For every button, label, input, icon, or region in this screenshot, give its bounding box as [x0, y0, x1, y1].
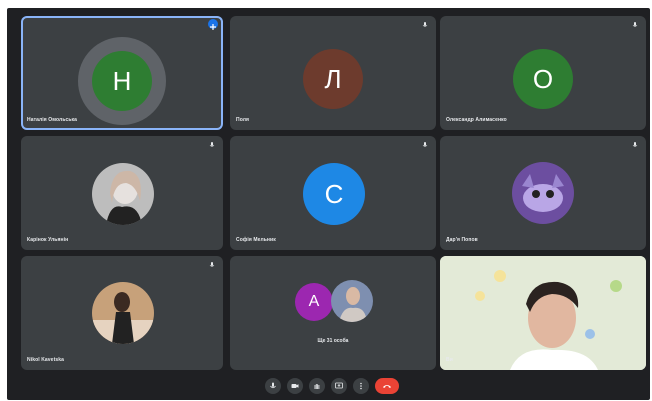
- present-icon: [335, 382, 343, 389]
- participant-name: Олександр Алимасенко: [446, 117, 507, 123]
- participant-name: Дар'я Попов: [446, 237, 478, 243]
- raise-hand-button[interactable]: [309, 378, 325, 394]
- mic-off-icon: [632, 22, 638, 27]
- mic-button[interactable]: [265, 378, 281, 394]
- self-name: Ви: [446, 357, 453, 363]
- end-call-icon: [383, 385, 391, 388]
- participant-photo: [512, 162, 574, 224]
- mic-off-icon: [209, 262, 215, 267]
- participant-name: Софія Мельник: [236, 237, 276, 243]
- pin-icon[interactable]: [208, 19, 218, 30]
- participant-photo: [92, 282, 154, 344]
- avatar: О: [513, 49, 573, 109]
- more-icon: [360, 382, 362, 390]
- raise-hand-icon: [314, 384, 320, 389]
- participant-tile-oleksandr[interactable]: О Олександр Алимасенко: [440, 16, 646, 130]
- others-count-label: Ще 31 особа: [317, 338, 349, 344]
- participant-tile-sofiia[interactable]: С Софія Мельник: [230, 136, 436, 250]
- participant-name: Наталія Омольська: [27, 117, 78, 123]
- participant-photo: [331, 280, 373, 322]
- more-options-button[interactable]: [353, 378, 369, 394]
- meeting-window: Н Наталія Омольська Л Поля О Олександр А…: [7, 8, 650, 400]
- mic-off-icon: [632, 142, 638, 147]
- mic-icon: [270, 382, 276, 389]
- camera-icon: [291, 384, 299, 388]
- self-video: [440, 256, 646, 370]
- participant-tile-karinok[interactable]: Карінок Ульянін: [21, 136, 223, 250]
- participant-tile-nataliia[interactable]: Н Наталія Омольська: [21, 16, 223, 130]
- call-controls: [265, 376, 399, 396]
- mic-off-icon: [422, 22, 428, 27]
- others-tile[interactable]: А Ще 31 особа: [230, 256, 436, 370]
- camera-button[interactable]: [287, 378, 303, 394]
- mic-off-icon: [422, 142, 428, 147]
- participant-tile-polia[interactable]: Л Поля: [230, 16, 436, 130]
- participant-tile-daria[interactable]: Дар'я Попов: [440, 136, 646, 250]
- participant-name: Nikol Kavetska: [27, 357, 64, 363]
- participant-photo: [92, 163, 154, 225]
- avatar: С: [303, 163, 365, 225]
- end-call-button[interactable]: [375, 378, 399, 394]
- avatar: А: [295, 283, 333, 321]
- avatar: Л: [303, 49, 363, 109]
- self-tile[interactable]: Ви: [440, 256, 646, 370]
- mic-off-icon: [209, 142, 215, 147]
- present-button[interactable]: [331, 378, 347, 394]
- participant-name: Поля: [236, 117, 250, 123]
- participant-tile-nikol[interactable]: Nikol Kavetska: [21, 256, 223, 370]
- participant-name: Карінок Ульянін: [27, 237, 69, 243]
- avatar: Н: [92, 51, 152, 111]
